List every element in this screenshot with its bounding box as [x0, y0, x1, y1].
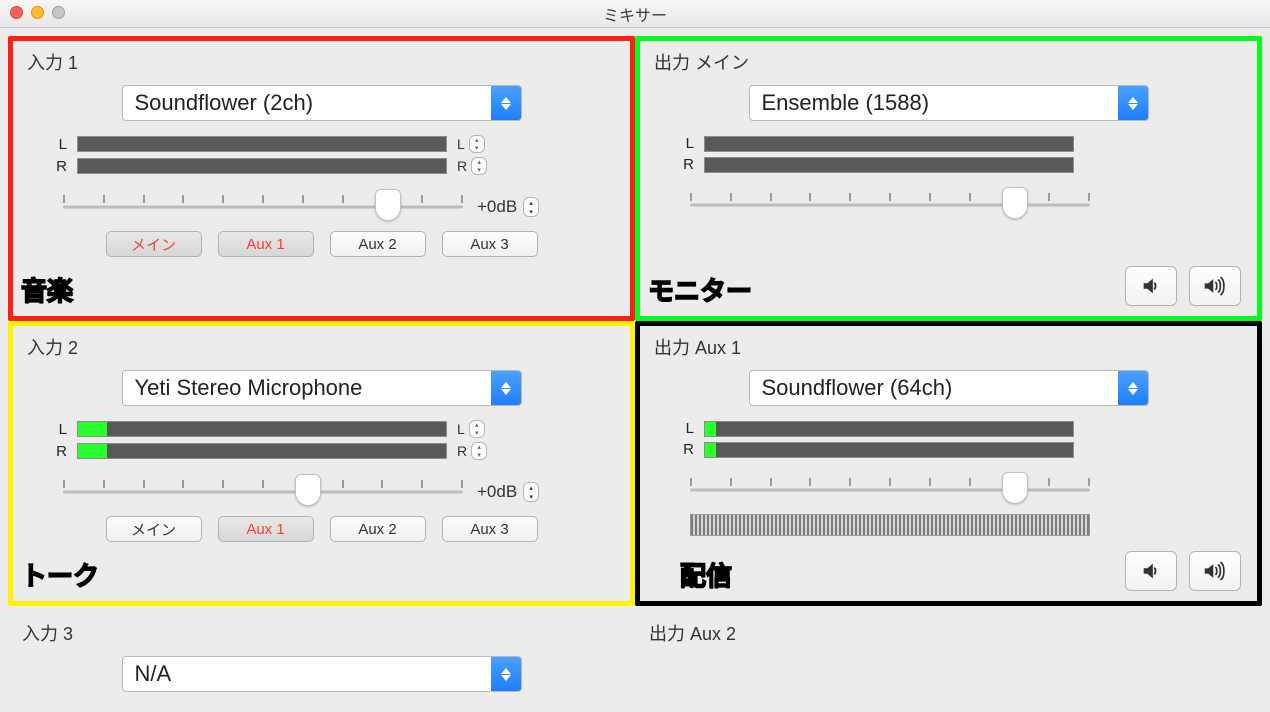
device-select-input-3[interactable]: N/A	[122, 656, 522, 692]
route-aux1-button[interactable]: Aux 1	[218, 516, 314, 542]
slider-thumb-icon[interactable]	[1002, 472, 1028, 504]
route-main-button[interactable]: メイン	[106, 516, 202, 542]
slider-thumb-icon[interactable]	[295, 474, 321, 506]
device-select-value: N/A	[123, 661, 491, 687]
route-main-button[interactable]: メイン	[106, 231, 202, 257]
device-select-value: Soundflower (2ch)	[123, 90, 491, 116]
panel-output-main: 出力 メイン Ensemble (1588) L R	[635, 36, 1262, 321]
channel-label-r: R	[53, 443, 67, 460]
device-select-value: Yeti Stereo Microphone	[123, 375, 491, 401]
level-meter-l	[704, 421, 1074, 437]
db-stepper[interactable]: ▴▾	[523, 197, 539, 217]
chevron-updown-icon	[1118, 371, 1148, 405]
speaker-high-button[interactable]	[1189, 266, 1241, 306]
chevron-updown-icon	[491, 371, 521, 405]
ch-map-r: R	[457, 443, 467, 459]
channel-label-l: L	[53, 136, 67, 153]
level-meter-r	[704, 157, 1074, 173]
overlay-label: 音楽	[21, 271, 73, 308]
channel-stepper-l[interactable]: ▴▾	[469, 135, 485, 153]
chevron-updown-icon	[491, 657, 521, 691]
route-aux1-button[interactable]: Aux 1	[218, 231, 314, 257]
channel-label-r: R	[680, 441, 694, 458]
panel-header: 出力 メイン	[654, 49, 1243, 75]
panel-header: 入力 2	[27, 334, 616, 360]
channel-stepper-r[interactable]: ▴▾	[471, 442, 487, 460]
close-icon[interactable]	[10, 6, 23, 19]
channel-stepper-r[interactable]: ▴▾	[471, 157, 487, 175]
level-meter-l	[77, 421, 447, 437]
minimize-icon[interactable]	[31, 6, 44, 19]
ch-map-r: R	[457, 158, 467, 174]
volume-slider[interactable]	[63, 193, 463, 221]
ch-map-l: L	[457, 136, 465, 152]
overlay-label: モニター	[648, 271, 752, 308]
channel-stepper-l[interactable]: ▴▾	[469, 420, 485, 438]
channel-label-l: L	[53, 421, 67, 438]
speaker-low-button[interactable]	[1125, 551, 1177, 591]
channel-label-l: L	[680, 420, 694, 437]
channel-label-l: L	[680, 135, 694, 152]
volume-slider[interactable]	[63, 478, 463, 506]
speaker-low-button[interactable]	[1125, 266, 1177, 306]
level-meter-l	[704, 136, 1074, 152]
level-meter-r	[77, 158, 447, 174]
window-titlebar: ミキサー	[0, 0, 1270, 28]
route-aux3-button[interactable]: Aux 3	[442, 231, 538, 257]
panel-output-aux1: 出力 Aux 1 Soundflower (64ch) L R	[635, 321, 1262, 606]
window-title: ミキサー	[603, 2, 667, 26]
zoom-icon[interactable]	[52, 6, 65, 19]
channel-label-r: R	[680, 156, 694, 173]
overlay-label: 配信	[680, 556, 732, 593]
route-aux3-button[interactable]: Aux 3	[442, 516, 538, 542]
panel-header: 入力 1	[27, 49, 616, 75]
panel-header: 入力 3	[22, 620, 621, 646]
panel-header: 出力 Aux 1	[654, 334, 1243, 360]
volume-slider[interactable]	[690, 191, 1090, 219]
device-select-output-aux1[interactable]: Soundflower (64ch)	[749, 370, 1149, 406]
route-aux2-button[interactable]: Aux 2	[330, 231, 426, 257]
ch-map-l: L	[457, 421, 465, 437]
device-select-output-main[interactable]: Ensemble (1588)	[749, 85, 1149, 121]
panel-output-aux2: 出力 Aux 2	[635, 606, 1262, 704]
device-select-value: Soundflower (64ch)	[750, 375, 1118, 401]
chevron-updown-icon	[1118, 86, 1148, 120]
panel-input-3: 入力 3 N/A	[8, 606, 635, 704]
speaker-high-button[interactable]	[1189, 551, 1241, 591]
panel-header: 出力 Aux 2	[649, 620, 1248, 646]
route-aux2-button[interactable]: Aux 2	[330, 516, 426, 542]
traffic-lights	[10, 6, 65, 19]
device-select-input-1[interactable]: Soundflower (2ch)	[122, 85, 522, 121]
db-value: +0dB	[477, 197, 517, 217]
chevron-updown-icon	[491, 86, 521, 120]
db-stepper[interactable]: ▴▾	[523, 482, 539, 502]
device-select-value: Ensemble (1588)	[750, 90, 1118, 116]
level-meter-r	[704, 442, 1074, 458]
device-select-input-2[interactable]: Yeti Stereo Microphone	[122, 370, 522, 406]
level-meter-l	[77, 136, 447, 152]
vu-meter	[690, 514, 1090, 536]
db-value: +0dB	[477, 482, 517, 502]
slider-thumb-icon[interactable]	[375, 189, 401, 221]
channel-label-r: R	[53, 158, 67, 175]
panel-input-2: 入力 2 Yeti Stereo Microphone L L▴▾ R R▴▾	[8, 321, 635, 606]
volume-slider[interactable]	[690, 476, 1090, 504]
level-meter-r	[77, 443, 447, 459]
panel-input-1: 入力 1 Soundflower (2ch) L L▴▾ R R▴▾	[8, 36, 635, 321]
slider-thumb-icon[interactable]	[1002, 187, 1028, 219]
overlay-label: トーク	[21, 556, 99, 593]
